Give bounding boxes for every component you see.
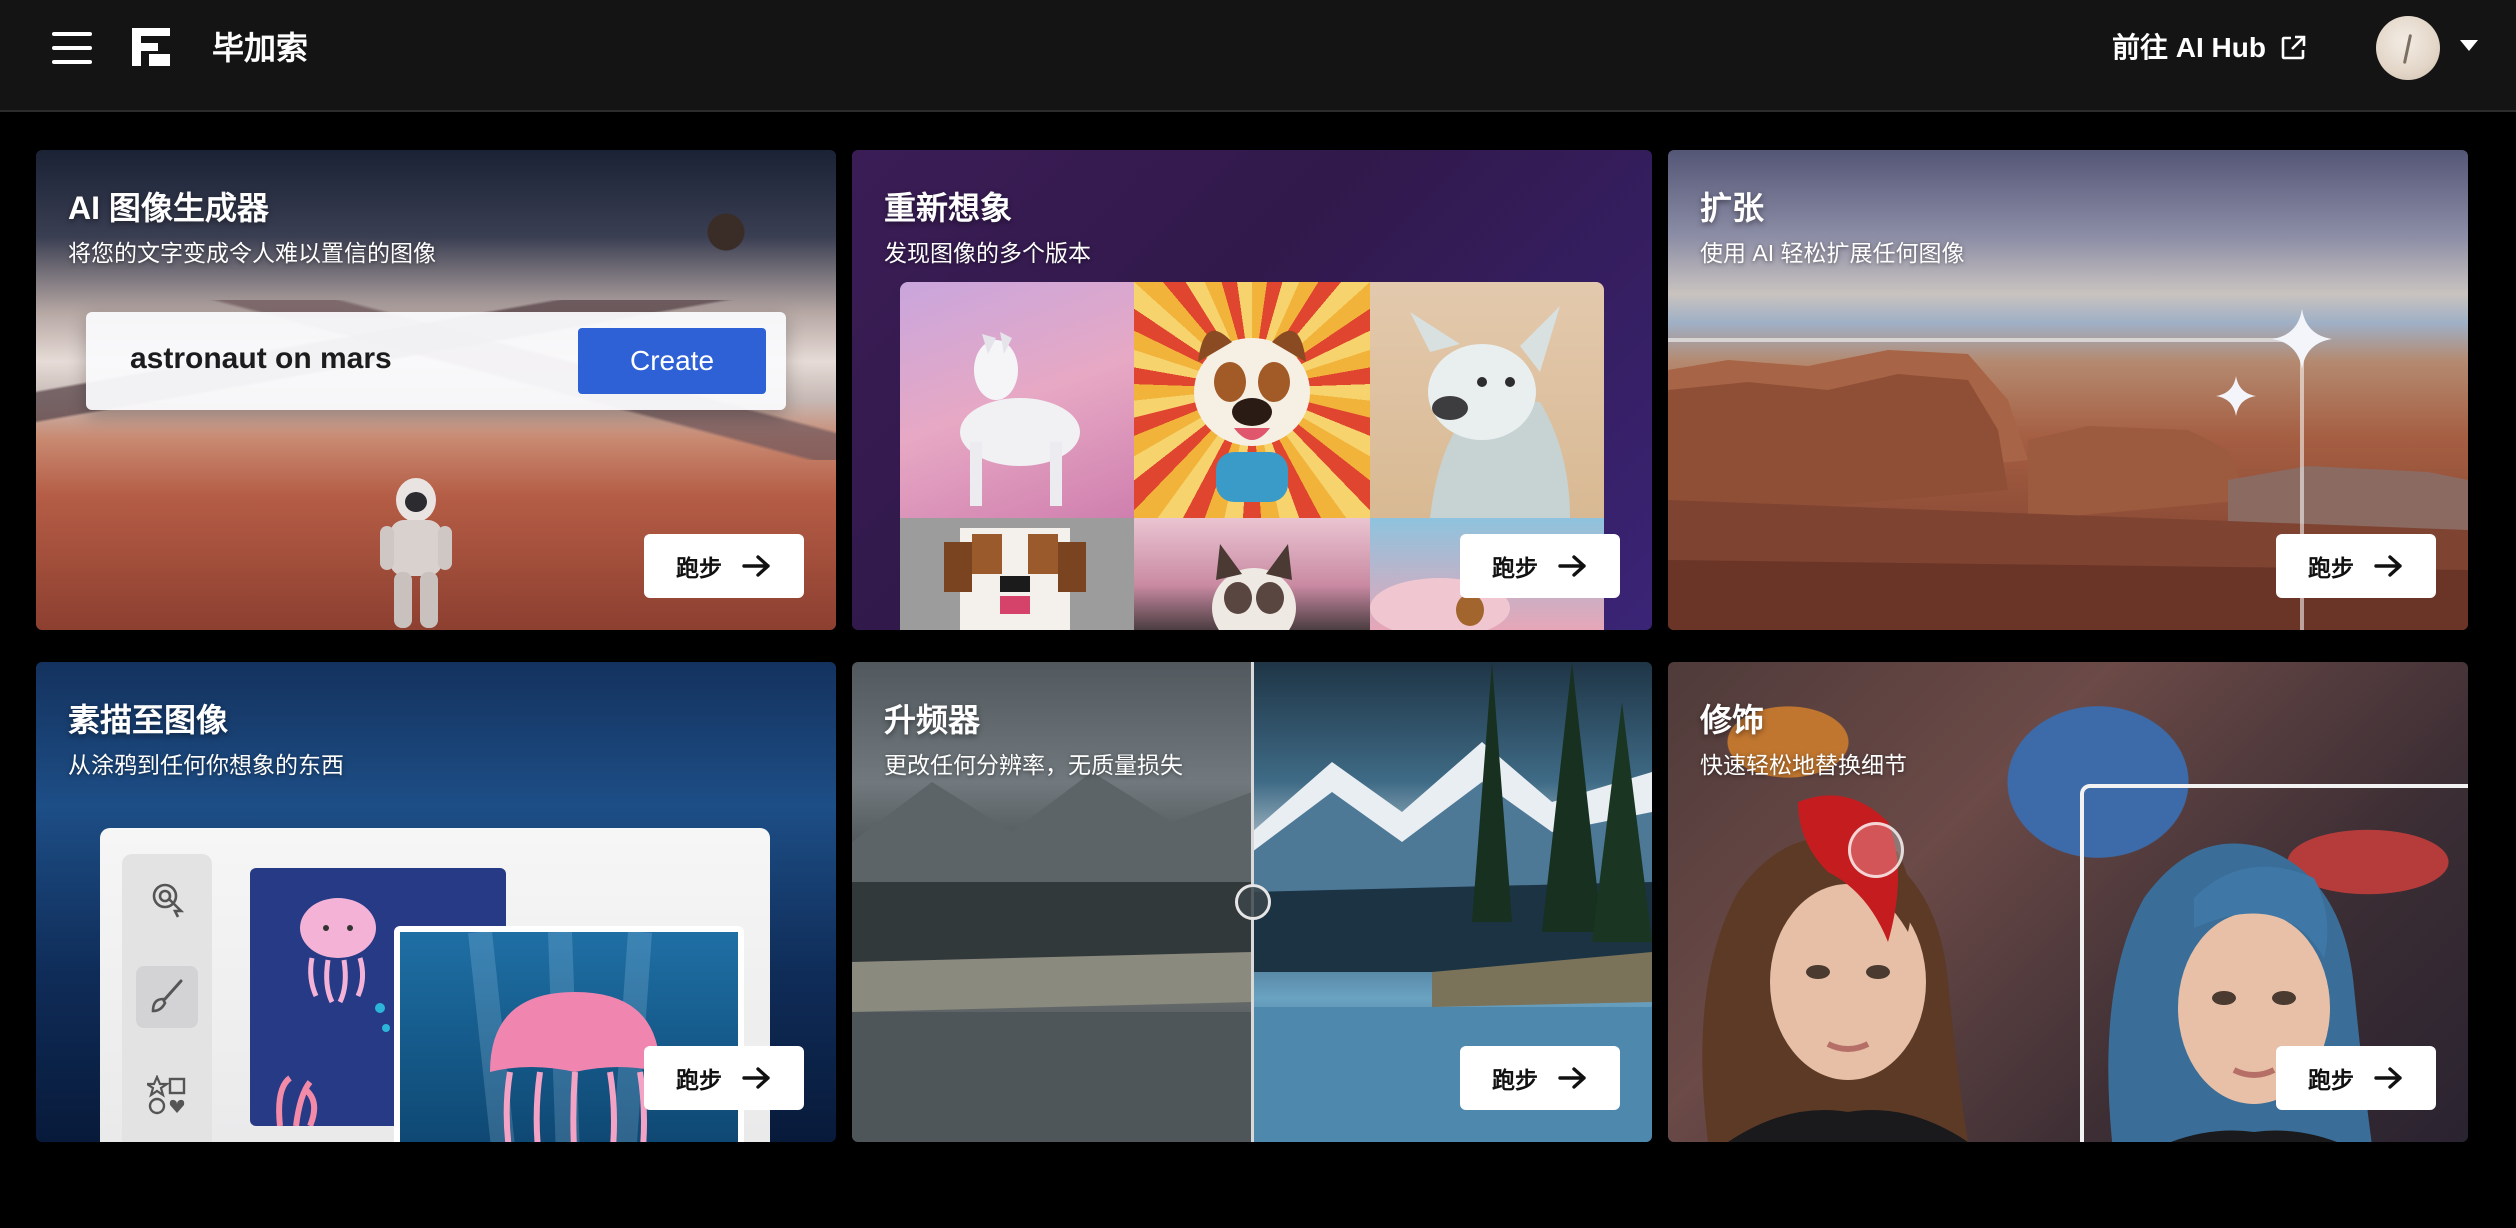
dog-variation-image [1134,518,1370,630]
run-button[interactable]: 跑步 [1460,534,1620,598]
card-expand[interactable]: 扩张 使用 AI 轻松扩展任何图像 跑步 [1668,150,2468,630]
run-button-label: 跑步 [2308,555,2354,581]
hamburger-menu-icon[interactable] [50,28,94,68]
account-dropdown-chevron-icon[interactable] [2460,40,2478,51]
arrow-right-icon [742,1067,770,1089]
arrow-right-icon [2374,1067,2402,1089]
expand-frame-top [1668,338,2302,342]
card-subtitle: 将您的文字变成令人难以置信的图像 [68,240,436,266]
compare-slider-handle[interactable] [1235,884,1271,920]
run-button[interactable]: 跑步 [1460,1046,1620,1110]
run-button-label: 跑步 [2308,1067,2354,1093]
run-button[interactable]: 跑步 [2276,534,2436,598]
card-upscaler[interactable]: 升频器 更改任何分辨率，无质量损失 跑步 [852,662,1652,1142]
hub-link-label: 前往 AI Hub [2112,32,2266,63]
dog-variation-image [900,282,1134,518]
arrow-right-icon [2374,555,2402,577]
run-button[interactable]: 跑步 [2276,1046,2436,1110]
card-title: 扩张 [1700,190,1765,226]
sparkle-icon [2216,376,2256,416]
run-button-label: 跑步 [1492,1067,1538,1093]
brand-name: 毕加索 [212,30,309,66]
brush-icon [136,966,198,1028]
card-sketch-to-image[interactable]: 素描至图像 从涂鸦到任何你想象的东西 跑步 [36,662,836,1142]
retouch-brush-cursor [1848,822,1904,878]
card-title: AI 图像生成器 [68,190,269,226]
go-to-ai-hub-link[interactable]: 前往 AI Hub [2112,28,2306,68]
dog-variation-image [900,518,1134,630]
card-subtitle: 从涂鸦到任何你想象的东西 [68,752,344,778]
card-subtitle: 更改任何分辨率，无质量损失 [884,752,1183,778]
card-subtitle: 快速轻松地替换细节 [1700,752,1907,778]
arrow-right-icon [1558,1067,1586,1089]
card-title: 素描至图像 [68,702,229,738]
card-reimagine[interactable]: 重新想象 发现图像的多个版本 跑步 [852,150,1652,630]
arrow-right-icon [1558,555,1586,577]
run-button-label: 跑步 [1492,555,1538,581]
prompt-input-preview: astronaut on mars Create [86,312,786,410]
card-ai-image-generator[interactable]: AI 图像生成器 将您的文字变成令人难以置信的图像 astronaut on m… [36,150,836,630]
dog-variation-image [1134,282,1370,518]
lasso-select-icon [136,868,198,930]
astronaut-figure [380,478,452,628]
prompt-text: astronaut on mars [130,342,392,375]
shapes-icon [136,1064,198,1126]
card-retouch[interactable]: 修饰 快速轻松地替换细节 跑步 [1668,662,2468,1142]
external-link-icon [2281,35,2306,60]
top-bar: 毕加索 前往 AI Hub [0,0,2516,112]
run-button[interactable]: 跑步 [644,534,804,598]
run-button-label: 跑步 [676,555,722,581]
run-button[interactable]: 跑步 [644,1046,804,1110]
sparkle-icon [2272,309,2332,369]
card-title: 修饰 [1700,702,1765,738]
tool-rail [122,854,212,1142]
card-subtitle: 发现图像的多个版本 [884,240,1091,266]
dog-variation-image [1370,282,1604,518]
card-title: 重新想象 [884,190,1013,226]
card-subtitle: 使用 AI 轻松扩展任何图像 [1700,240,1965,266]
user-avatar[interactable] [2376,16,2440,80]
card-title: 升频器 [884,702,981,738]
create-button: Create [578,328,766,394]
app-logo-icon[interactable] [132,28,170,66]
run-button-label: 跑步 [676,1067,722,1093]
portrait-before-image [1702,795,1968,1142]
arrow-right-icon [742,555,770,577]
